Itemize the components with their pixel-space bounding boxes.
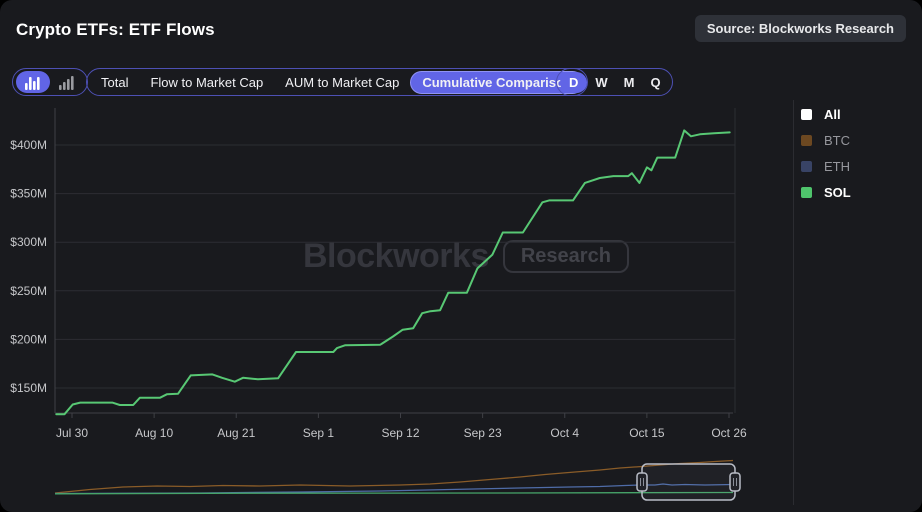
- legend-divider: [793, 100, 794, 505]
- x-tick-label: Oct 4: [550, 426, 579, 440]
- legend-item-all[interactable]: All: [801, 107, 851, 121]
- x-tick-label: Sep 1: [303, 426, 335, 440]
- period-q[interactable]: Q: [643, 72, 669, 93]
- x-tick-label: Sep 12: [381, 426, 419, 440]
- tab-aum-to-market-cap[interactable]: AUM to Market Cap: [274, 71, 410, 94]
- x-tick-label: Aug 21: [217, 426, 255, 440]
- y-tick-label: $200M: [10, 332, 47, 346]
- tab-flow-to-market-cap[interactable]: Flow to Market Cap: [139, 71, 274, 94]
- x-tick-label: Aug 10: [135, 426, 173, 440]
- legend-item-sol[interactable]: SOL: [801, 185, 851, 199]
- y-tick-label: $400M: [10, 138, 47, 152]
- column-chart-icon[interactable]: [16, 71, 50, 93]
- x-tick-label: Sep 23: [464, 426, 502, 440]
- chart-type-group: [12, 68, 88, 96]
- x-tick-label: Oct 15: [629, 426, 665, 440]
- navigator-line-btc: [55, 461, 733, 494]
- tab-total[interactable]: Total: [90, 71, 139, 94]
- navigator-brush[interactable]: [642, 464, 735, 500]
- brush-handle-left[interactable]: [637, 473, 647, 491]
- crypto-etf-flows-card: Crypto ETFs: ETF Flows Source: Blockwork…: [0, 0, 922, 512]
- legend-label: SOL: [824, 185, 851, 200]
- legend-label: ETH: [824, 159, 850, 174]
- x-tick-label: Jul 30: [56, 426, 88, 440]
- series-line-sol: [56, 130, 729, 414]
- source-button[interactable]: Source: Blockworks Research: [695, 15, 906, 42]
- legend-swatch-sol: [801, 187, 812, 198]
- legend-label: BTC: [824, 133, 850, 148]
- toolbar: TotalFlow to Market CapAUM to Market Cap…: [0, 68, 922, 96]
- legend-swatch-all: [801, 109, 812, 120]
- y-tick-label: $350M: [10, 187, 47, 201]
- bar-chart-ascending-icon[interactable]: [50, 71, 84, 93]
- period-group: DWMQ: [556, 68, 673, 96]
- legend-item-eth[interactable]: ETH: [801, 159, 851, 173]
- brush-handle-right[interactable]: [730, 473, 740, 491]
- page-title: Crypto ETFs: ETF Flows: [16, 20, 215, 40]
- legend: All BTC ETH SOL: [801, 107, 851, 199]
- legend-swatch-btc: [801, 135, 812, 146]
- y-tick-label: $300M: [10, 235, 47, 249]
- period-w[interactable]: W: [587, 72, 615, 93]
- y-tick-label: $250M: [10, 284, 47, 298]
- legend-item-btc[interactable]: BTC: [801, 133, 851, 147]
- y-tick-label: $150M: [10, 381, 47, 395]
- view-tabs-group: TotalFlow to Market CapAUM to Market Cap…: [86, 68, 588, 96]
- x-tick-label: Oct 26: [711, 426, 747, 440]
- main-chart: $150M $200M $250M $300M $350M $400M Jul 30 Aug …: [0, 100, 792, 512]
- period-d[interactable]: D: [560, 72, 587, 93]
- legend-swatch-eth: [801, 161, 812, 172]
- period-m[interactable]: M: [616, 72, 643, 93]
- legend-label: All: [824, 107, 841, 122]
